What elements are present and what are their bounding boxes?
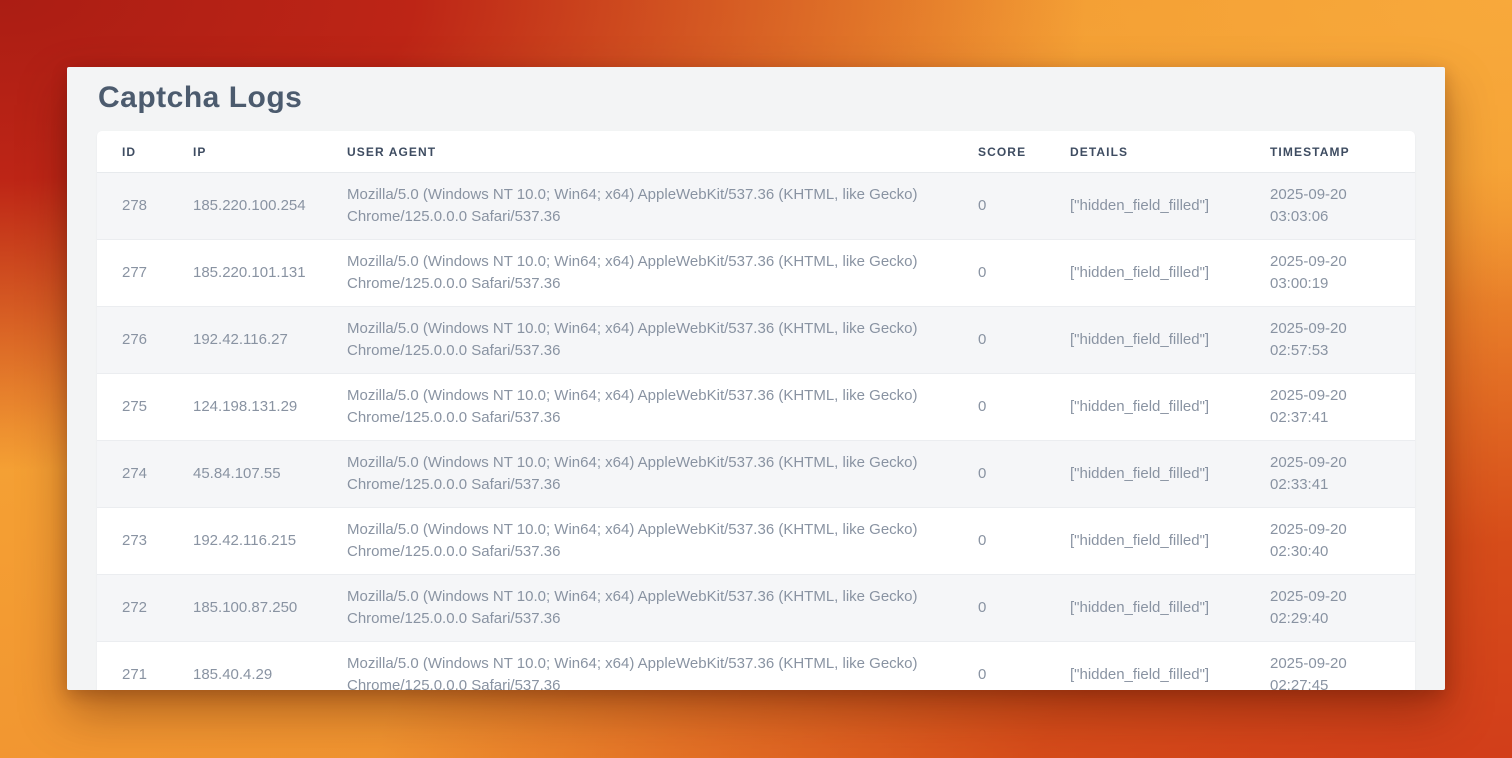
cell-ip: 192.42.116.27 bbox=[193, 307, 347, 374]
cell-timestamp: 2025-09-20 03:00:19 bbox=[1270, 240, 1415, 307]
cell-score: 0 bbox=[978, 307, 1070, 374]
cell-user-agent: Mozilla/5.0 (Windows NT 10.0; Win64; x64… bbox=[347, 307, 978, 374]
cell-timestamp: 2025-09-20 02:27:45 bbox=[1270, 642, 1415, 691]
table-row: 275 124.198.131.29 Mozilla/5.0 (Windows … bbox=[97, 374, 1415, 441]
logs-table: ID IP USER AGENT SCORE DETAILS TIMESTAMP… bbox=[97, 131, 1415, 690]
cell-details: ["hidden_field_filled"] bbox=[1070, 575, 1270, 642]
cell-score: 0 bbox=[978, 508, 1070, 575]
cell-score: 0 bbox=[978, 173, 1070, 240]
table-row: 274 45.84.107.55 Mozilla/5.0 (Windows NT… bbox=[97, 441, 1415, 508]
table-row: 272 185.100.87.250 Mozilla/5.0 (Windows … bbox=[97, 575, 1415, 642]
cell-details: ["hidden_field_filled"] bbox=[1070, 173, 1270, 240]
cell-score: 0 bbox=[978, 441, 1070, 508]
cell-score: 0 bbox=[978, 374, 1070, 441]
cell-ip: 185.100.87.250 bbox=[193, 575, 347, 642]
cell-timestamp: 2025-09-20 02:30:40 bbox=[1270, 508, 1415, 575]
cell-score: 0 bbox=[978, 575, 1070, 642]
cell-id: 276 bbox=[97, 307, 193, 374]
cell-user-agent: Mozilla/5.0 (Windows NT 10.0; Win64; x64… bbox=[347, 441, 978, 508]
column-header-id: ID bbox=[97, 131, 193, 173]
cell-timestamp: 2025-09-20 02:33:41 bbox=[1270, 441, 1415, 508]
cell-details: ["hidden_field_filled"] bbox=[1070, 374, 1270, 441]
cell-timestamp: 2025-09-20 03:03:06 bbox=[1270, 173, 1415, 240]
cell-details: ["hidden_field_filled"] bbox=[1070, 240, 1270, 307]
cell-details: ["hidden_field_filled"] bbox=[1070, 642, 1270, 691]
table-header: ID IP USER AGENT SCORE DETAILS TIMESTAMP bbox=[97, 131, 1415, 173]
cell-details: ["hidden_field_filled"] bbox=[1070, 441, 1270, 508]
column-header-timestamp: TIMESTAMP bbox=[1270, 131, 1415, 173]
column-header-ip: IP bbox=[193, 131, 347, 173]
cell-score: 0 bbox=[978, 642, 1070, 691]
cell-ip: 124.198.131.29 bbox=[193, 374, 347, 441]
cell-id: 278 bbox=[97, 173, 193, 240]
cell-user-agent: Mozilla/5.0 (Windows NT 10.0; Win64; x64… bbox=[347, 173, 978, 240]
cell-ip: 185.220.101.131 bbox=[193, 240, 347, 307]
table-header-row: ID IP USER AGENT SCORE DETAILS TIMESTAMP bbox=[97, 131, 1415, 173]
cell-id: 275 bbox=[97, 374, 193, 441]
cell-id: 273 bbox=[97, 508, 193, 575]
cell-timestamp: 2025-09-20 02:57:53 bbox=[1270, 307, 1415, 374]
cell-score: 0 bbox=[978, 240, 1070, 307]
cell-user-agent: Mozilla/5.0 (Windows NT 10.0; Win64; x64… bbox=[347, 575, 978, 642]
cell-timestamp: 2025-09-20 02:37:41 bbox=[1270, 374, 1415, 441]
table-row: 278 185.220.100.254 Mozilla/5.0 (Windows… bbox=[97, 173, 1415, 240]
logs-table-container: ID IP USER AGENT SCORE DETAILS TIMESTAMP… bbox=[97, 131, 1415, 690]
cell-id: 274 bbox=[97, 441, 193, 508]
cell-ip: 192.42.116.215 bbox=[193, 508, 347, 575]
cell-details: ["hidden_field_filled"] bbox=[1070, 307, 1270, 374]
cell-details: ["hidden_field_filled"] bbox=[1070, 508, 1270, 575]
table-body: 278 185.220.100.254 Mozilla/5.0 (Windows… bbox=[97, 173, 1415, 691]
column-header-score: SCORE bbox=[978, 131, 1070, 173]
cell-id: 271 bbox=[97, 642, 193, 691]
cell-user-agent: Mozilla/5.0 (Windows NT 10.0; Win64; x64… bbox=[347, 240, 978, 307]
cell-user-agent: Mozilla/5.0 (Windows NT 10.0; Win64; x64… bbox=[347, 508, 978, 575]
cell-user-agent: Mozilla/5.0 (Windows NT 10.0; Win64; x64… bbox=[347, 374, 978, 441]
page-title: Captcha Logs bbox=[98, 81, 1415, 115]
cell-ip: 185.220.100.254 bbox=[193, 173, 347, 240]
column-header-user-agent: USER AGENT bbox=[347, 131, 978, 173]
cell-id: 272 bbox=[97, 575, 193, 642]
cell-user-agent: Mozilla/5.0 (Windows NT 10.0; Win64; x64… bbox=[347, 642, 978, 691]
table-row: 273 192.42.116.215 Mozilla/5.0 (Windows … bbox=[97, 508, 1415, 575]
table-row: 271 185.40.4.29 Mozilla/5.0 (Windows NT … bbox=[97, 642, 1415, 691]
table-row: 277 185.220.101.131 Mozilla/5.0 (Windows… bbox=[97, 240, 1415, 307]
cell-id: 277 bbox=[97, 240, 193, 307]
table-row: 276 192.42.116.27 Mozilla/5.0 (Windows N… bbox=[97, 307, 1415, 374]
cell-timestamp: 2025-09-20 02:29:40 bbox=[1270, 575, 1415, 642]
captcha-logs-panel: Captcha Logs ID IP USER AGENT SCORE DETA… bbox=[67, 67, 1445, 690]
column-header-details: DETAILS bbox=[1070, 131, 1270, 173]
cell-ip: 185.40.4.29 bbox=[193, 642, 347, 691]
cell-ip: 45.84.107.55 bbox=[193, 441, 347, 508]
